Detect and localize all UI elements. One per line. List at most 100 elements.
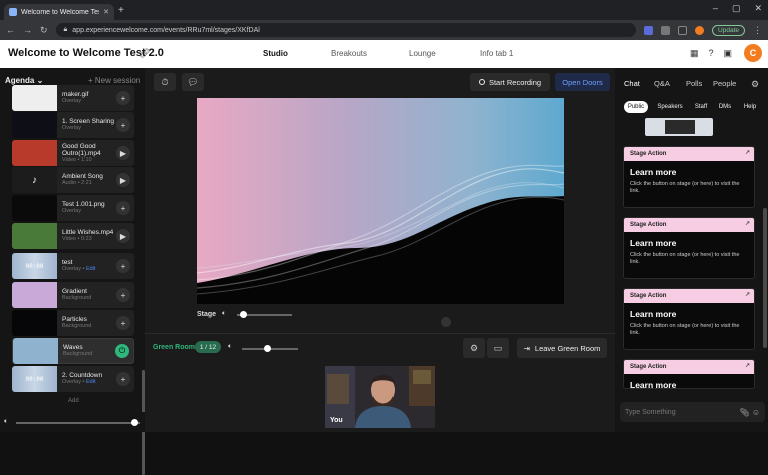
- link-icon[interactable]: 🔗︎: [139, 48, 150, 59]
- agenda-item[interactable]: 00:00 test Overlay • Edit +: [12, 253, 134, 279]
- play-button[interactable]: ▶: [116, 173, 130, 187]
- minimize-icon[interactable]: –: [713, 3, 718, 14]
- learn-more-title[interactable]: Learn more: [630, 167, 748, 177]
- record-icon: [478, 79, 485, 85]
- agenda-item[interactable]: ♪ Ambient Song Audio • 2:21 ▶: [12, 167, 134, 193]
- chip-staff[interactable]: Staff: [692, 101, 710, 113]
- master-volume-knob[interactable]: [130, 419, 138, 426]
- agenda-item[interactable]: maker.gif Overlay +: [12, 85, 134, 111]
- stage-speaker-icon[interactable]: 🔈︎: [222, 310, 226, 318]
- screen-share-button[interactable]: ▭: [487, 338, 509, 358]
- avatar[interactable]: C: [744, 44, 762, 62]
- chip-public[interactable]: Public: [624, 101, 648, 113]
- reload-icon[interactable]: ↻: [40, 25, 48, 36]
- tab-people[interactable]: People: [713, 79, 736, 88]
- agenda-item[interactable]: 00:00 2. Countdown Overlay • Edit +: [12, 366, 134, 392]
- add-button[interactable]: +: [116, 259, 130, 273]
- item-thumbnail: [12, 310, 57, 336]
- external-link-icon[interactable]: ↗: [745, 149, 750, 156]
- green-room-volume-knob[interactable]: [264, 345, 272, 352]
- stage-preview[interactable]: [197, 98, 564, 304]
- agenda-dropdown[interactable]: Agenda ⌄: [5, 76, 43, 85]
- active-toggle-button[interactable]: ⏻: [115, 344, 129, 358]
- edit-link[interactable]: Edit: [86, 379, 95, 385]
- tab-studio[interactable]: Studio: [263, 49, 288, 58]
- browser-tab[interactable]: Welcome to Welcome Test 2 ✕: [4, 4, 114, 20]
- external-link-icon[interactable]: ↗: [745, 362, 750, 369]
- extension-icon[interactable]: [644, 25, 654, 35]
- add-button[interactable]: +: [116, 288, 130, 302]
- learn-more-title[interactable]: Learn more: [630, 238, 748, 248]
- stage-action-card[interactable]: Stage Action ↗ Learn more Click the button …: [623, 288, 755, 350]
- forward-icon[interactable]: →: [23, 25, 32, 35]
- play-button[interactable]: ▶: [116, 229, 130, 243]
- self-video-tile[interactable]: You: [325, 366, 435, 428]
- stage-action-card[interactable]: Stage Action ↗ Learn more Click the button …: [623, 146, 755, 208]
- chat-scrollbar[interactable]: [763, 208, 767, 348]
- tab-info[interactable]: Info tab 1: [480, 49, 513, 58]
- url-field[interactable]: 🔒︎ app.experiencewelcome.com/events/RRu7…: [55, 23, 637, 37]
- green-room-speaker-icon[interactable]: 🔈︎: [228, 343, 232, 351]
- chip-help[interactable]: Help: [741, 101, 759, 113]
- profile-icon[interactable]: [695, 25, 705, 35]
- chip-dms[interactable]: DMs: [716, 101, 734, 113]
- header-icons: ▦ ? ▣: [690, 48, 732, 59]
- help-icon[interactable]: ?: [708, 48, 713, 59]
- agenda-item[interactable]: 1. Screen Sharing Overlay +: [12, 112, 134, 138]
- add-button[interactable]: +: [116, 316, 130, 330]
- external-link-icon[interactable]: ↗: [745, 291, 750, 298]
- add-button[interactable]: +: [116, 118, 130, 132]
- layout-icon[interactable]: ▦: [690, 48, 699, 59]
- stage-action-card[interactable]: Stage Action ↗ Learn more: [623, 359, 755, 389]
- agenda-item[interactable]: Particles Background +: [12, 310, 134, 336]
- add-button[interactable]: +: [116, 91, 130, 105]
- new-session-button[interactable]: + New session: [88, 76, 140, 85]
- timer-button[interactable]: ⏱︎: [154, 73, 176, 91]
- calendar-icon[interactable]: ▣: [723, 48, 732, 59]
- tab-lounge[interactable]: Lounge: [409, 49, 436, 58]
- sidepanel-icon[interactable]: [678, 25, 688, 35]
- settings-button[interactable]: ⚙︎: [463, 338, 485, 358]
- menu-dots-icon[interactable]: ⋮: [753, 25, 762, 36]
- add-button[interactable]: +: [116, 372, 130, 386]
- leave-green-room-button[interactable]: ⇥ Leave Green Room: [517, 338, 607, 358]
- gear-icon[interactable]: ⚙︎: [751, 79, 759, 90]
- master-volume-slider[interactable]: [16, 422, 140, 424]
- stage-action-card[interactable]: Stage Action ↗ Learn more Click the button …: [623, 217, 755, 279]
- puzzle-icon[interactable]: [661, 25, 671, 35]
- chat-input[interactable]: Type Something 📎︎ ☺: [620, 402, 765, 422]
- start-recording-button[interactable]: Start Recording: [470, 73, 550, 91]
- tab-breakouts[interactable]: Breakouts: [331, 49, 367, 58]
- edit-link[interactable]: Edit: [86, 266, 95, 272]
- close-tab-icon[interactable]: ✕: [103, 8, 109, 16]
- add-button[interactable]: +: [116, 201, 130, 215]
- open-doors-button[interactable]: Open Doors: [555, 73, 610, 91]
- agenda-item[interactable]: Good Good Outro(1).mp4 Video • 1:10 ▶: [12, 140, 134, 166]
- agenda-item[interactable]: Test 1.001.png Overlay +: [12, 195, 134, 221]
- update-button[interactable]: Update: [712, 24, 745, 36]
- learn-more-title[interactable]: Learn more: [630, 309, 748, 319]
- tab-chat[interactable]: Chat: [624, 79, 640, 88]
- card-description: Click the button on stage (or here) to v…: [630, 181, 740, 194]
- stage-volume-knob[interactable]: [239, 311, 247, 318]
- new-tab-icon[interactable]: +: [118, 5, 124, 16]
- comment-button[interactable]: 💬︎: [182, 73, 204, 91]
- add-label[interactable]: Add: [68, 398, 79, 404]
- external-link-icon[interactable]: ↗: [745, 220, 750, 227]
- agenda-item[interactable]: Waves Background ⏻: [12, 338, 134, 364]
- tab-qa[interactable]: Q&A: [654, 79, 670, 88]
- tab-polls[interactable]: Polls: [686, 79, 702, 88]
- maximize-icon[interactable]: ▢: [732, 3, 741, 14]
- agenda-item[interactable]: Little Wishes.mp4 Video • 0:23 ▶: [12, 223, 134, 249]
- stage-handle[interactable]: [441, 317, 451, 327]
- close-window-icon[interactable]: ✕: [754, 3, 762, 14]
- item-type: Video • 1:10: [62, 156, 92, 163]
- attach-emoji-icons[interactable]: 📎︎ ☺: [739, 408, 760, 417]
- shared-image-thumbnail[interactable]: [645, 118, 713, 136]
- back-icon[interactable]: ←: [6, 25, 15, 35]
- learn-more-title[interactable]: Learn more: [630, 380, 748, 388]
- chip-speakers[interactable]: Speakers: [655, 101, 685, 113]
- play-button[interactable]: ▶: [116, 146, 130, 160]
- agenda-item[interactable]: Gradient Background +: [12, 282, 134, 308]
- speaker-icon[interactable]: 🔈︎: [4, 418, 8, 426]
